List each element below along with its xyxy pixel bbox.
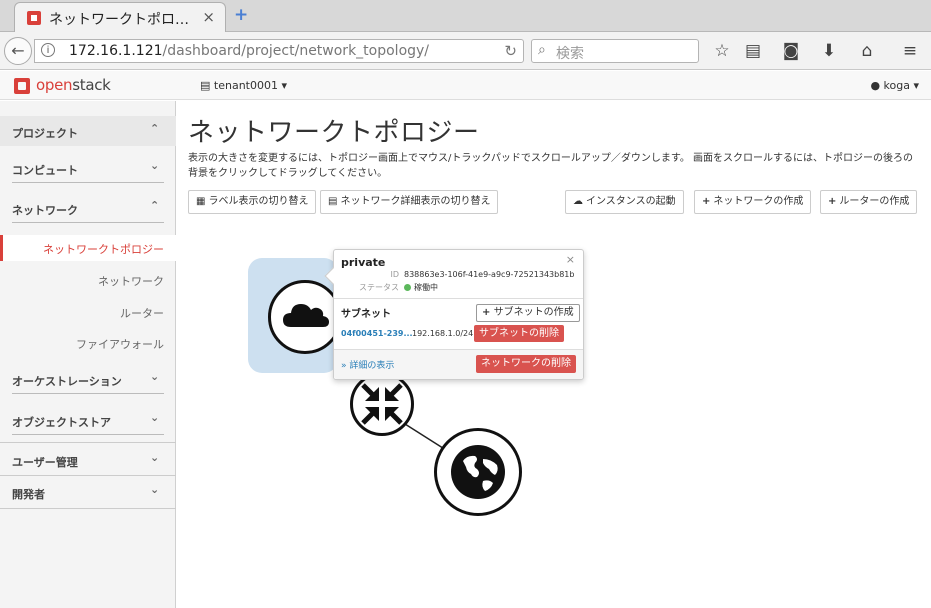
router-node[interactable] [350,372,414,436]
status-label: ステータス [359,283,399,292]
popover-footer: » 詳細の表示 ネットワークの削除 [334,349,583,379]
status-dot-icon [404,284,411,291]
subnet-cidr: 192.168.1.0/24 [412,329,474,338]
status-value: 稼働中 [404,282,438,293]
router-arrows-icon [361,383,403,425]
delete-subnet-button[interactable]: サブネットの削除 [474,325,564,342]
globe-icon [451,445,505,499]
network-popover: × private ID 838863e3-106f-41e9-a9c9-725… [324,249,584,380]
show-details-link[interactable]: » 詳細の表示 [341,358,394,371]
cloud-icon [283,304,329,327]
network-node-private[interactable] [268,280,342,354]
close-icon[interactable]: × [566,253,575,266]
id-label: ID [390,270,399,279]
status-text: 稼働中 [414,283,438,292]
subnet-link[interactable]: 04f00451-239... [341,329,413,338]
plus-icon: + [482,307,491,318]
divider [334,298,583,299]
external-network-node[interactable] [434,428,522,516]
id-value: 838863e3-106f-41e9-a9c9-72521343b81b [404,270,575,279]
button-label: サブネットの作成 [493,307,574,318]
delete-network-button[interactable]: ネットワークの削除 [476,355,576,373]
create-subnet-button[interactable]: + サブネットの作成 [476,304,580,322]
subnet-heading: サブネット [341,309,391,320]
network-name: private [341,256,386,269]
